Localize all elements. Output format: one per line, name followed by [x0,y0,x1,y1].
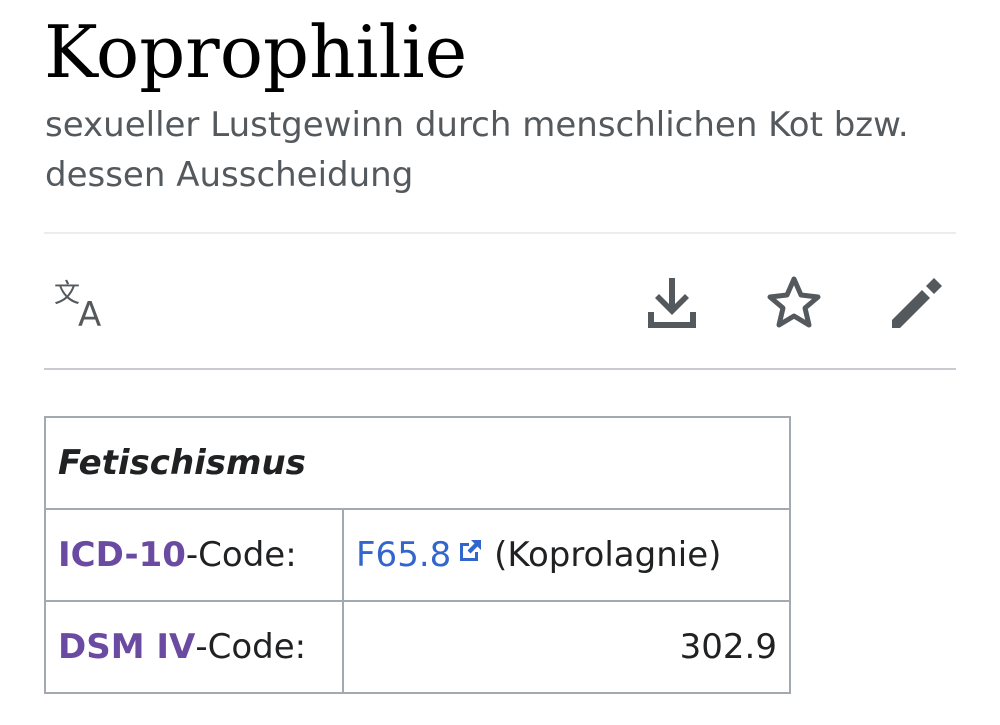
icd10-link[interactable]: ICD-10 [58,535,186,575]
page-description: sexueller Lustgewinn durch menschlichen … [45,105,909,195]
svg-text:文: 文 [54,279,80,309]
divider [44,232,956,234]
infobox-label-cell: ICD-10-Code: [44,508,344,602]
infobox-label-cell: DSM IV-Code: [44,600,344,694]
page-title: Koprophilie [44,10,468,94]
table-row: DSM IV-Code: 302.9 [44,600,791,694]
table-row: ICD-10-Code: F65.8 (Koprolagnie) [44,508,791,602]
external-link-icon [460,540,482,561]
download-icon[interactable] [644,274,700,330]
label-suffix: -Code: [185,535,297,575]
infobox-heading-row: Fetischismus [44,416,791,510]
svg-text:A: A [78,295,101,330]
divider [44,368,956,370]
translate-icon[interactable]: 文 A [52,278,112,330]
infobox-table: Fetischismus ICD-10-Code: F65.8 (Koprola… [44,416,791,694]
value-text: (Koprolagnie) [494,535,722,575]
infobox-heading: Fetischismus [44,416,791,510]
dsm-iv-link[interactable]: DSM IV [58,627,195,667]
star-icon[interactable] [764,273,824,333]
label-suffix: -Code: [195,627,307,667]
edit-icon[interactable] [886,274,946,334]
external-link-text: F65.8 [356,535,452,575]
infobox-value-cell: 302.9 [342,600,791,694]
infobox-value-cell: F65.8 (Koprolagnie) [342,508,791,602]
f65-8-link[interactable]: F65.8 [356,535,483,575]
